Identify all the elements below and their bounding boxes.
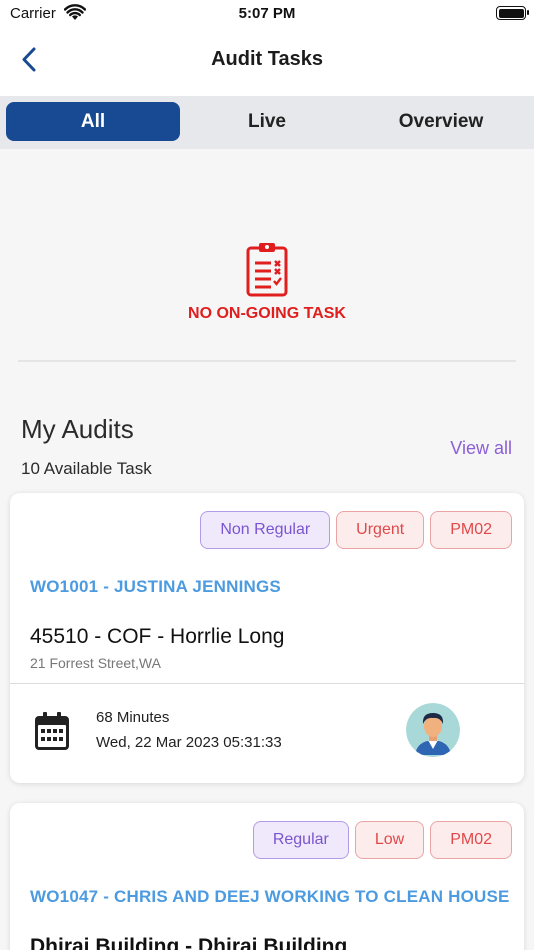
task-badges: Regular Low PM02 [252,821,512,859]
assignee-avatar[interactable] [406,703,460,757]
segmented-tabs: All Live Overview [0,96,534,149]
priority-badge: Urgent [336,511,425,549]
status-time: 5:07 PM [238,5,296,22]
work-order-title: WO1001 - JUSTINA JENNINGS [30,577,281,596]
work-order-title: WO1047 - CHRIS AND DEEJ WORKING TO CLEAN… [30,887,510,906]
status-bar: Carrier 5:07 PM [0,0,534,28]
site-name: 45510 - COF - Horrlie Long [30,625,285,648]
task-datetime: Wed, 22 Mar 2023 05:31:33 [96,734,282,751]
calendar-icon [34,711,70,751]
priority-badge: Low [354,821,425,859]
tab-all[interactable]: All [6,102,180,141]
section-divider [18,360,516,362]
my-audits-title: My Audits [21,414,134,444]
no-ongoing-task-message: NO ON-GOING TASK [188,305,346,322]
maintenance-code-badge: PM02 [430,821,512,859]
maintenance-code-badge: PM02 [430,511,512,549]
clipboard-checklist-icon [245,241,289,297]
ongoing-task-empty-state: NO ON-GOING TASK [0,149,534,363]
type-badge: Non Regular [200,511,331,549]
audit-task-card[interactable]: Non Regular Urgent PM02 WO1001 - JUSTINA… [10,493,524,783]
task-badges: Non Regular Urgent PM02 [200,511,512,549]
page-title: Audit Tasks [211,48,323,70]
task-duration: 68 Minutes [96,709,170,726]
site-address: 21 Forrest Street,WA [30,655,161,671]
site-name: Dhiraj Building - Dhiraj Building [30,935,348,950]
available-task-count: 10 Available Task [21,459,152,478]
audit-task-card[interactable]: Regular Low PM02 WO1047 - CHRIS AND DEEJ… [10,803,524,950]
battery-icon [496,6,529,20]
navigation-bar: Audit Tasks [0,28,534,96]
tab-overview[interactable]: Overview [354,102,528,141]
card-divider [10,683,524,684]
type-badge: Regular [252,821,349,859]
view-all-link[interactable]: View all [450,438,512,459]
tab-live[interactable]: Live [180,102,354,141]
